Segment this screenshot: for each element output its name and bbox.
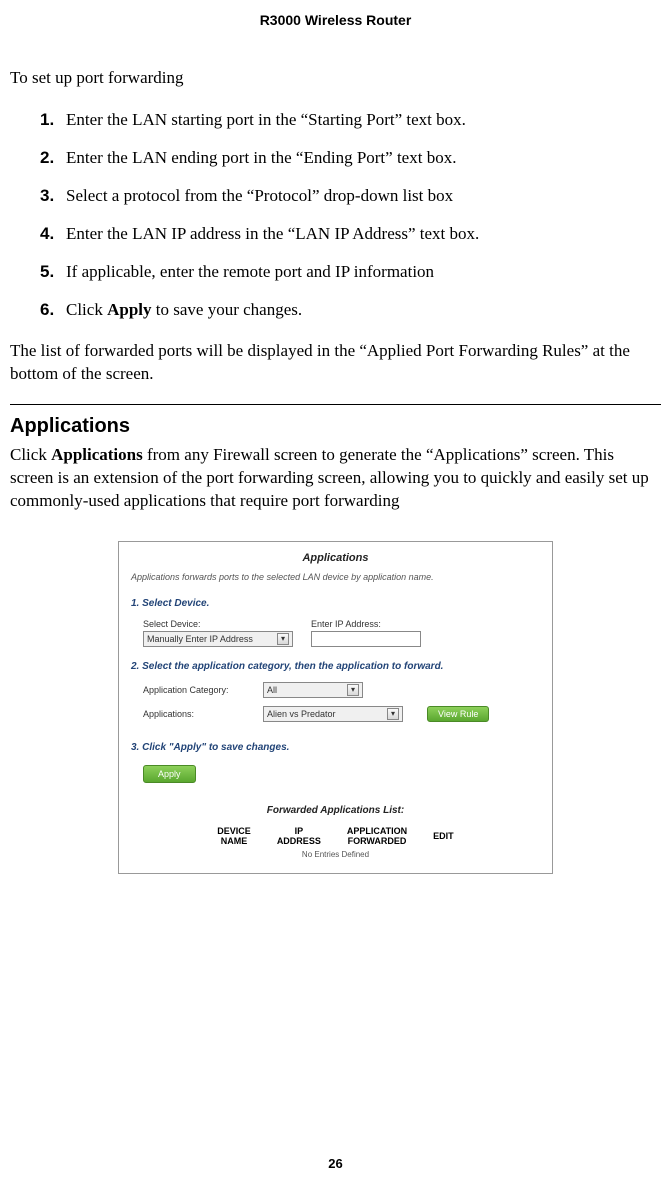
th-line2: FORWARDED bbox=[348, 836, 407, 846]
th-line1: DEVICE bbox=[217, 826, 251, 836]
select-device-label: Select Device: bbox=[143, 619, 293, 629]
app-category-row: Application Category: All ▾ bbox=[143, 682, 528, 698]
applications-panel: Applications Applications forwards ports… bbox=[118, 541, 553, 875]
enter-ip-label: Enter IP Address: bbox=[311, 619, 421, 629]
app-category-label: Application Category: bbox=[143, 685, 253, 695]
step-text: Enter the LAN ending port in the “Ending… bbox=[66, 148, 661, 168]
select-device-col: Select Device: Manually Enter IP Address… bbox=[143, 619, 293, 647]
th-ip-address: IP ADDRESS bbox=[277, 826, 321, 847]
panel-row-application: Application Category: All ▾ Applications… bbox=[119, 682, 552, 736]
enter-ip-col: Enter IP Address: bbox=[311, 619, 421, 647]
step-text: Click Apply to save your changes. bbox=[66, 300, 661, 320]
panel-step2-label: 2. Select the application category, then… bbox=[119, 655, 552, 682]
select-device-value: Manually Enter IP Address bbox=[147, 634, 253, 644]
chevron-down-icon: ▾ bbox=[277, 633, 289, 645]
step-text: Enter the LAN IP address in the “LAN IP … bbox=[66, 224, 661, 244]
sec-bold: Applications bbox=[51, 445, 143, 464]
section-paragraph: Click Applications from any Firewall scr… bbox=[10, 444, 661, 513]
step-bold: Apply bbox=[107, 300, 151, 319]
app-category-value: All bbox=[267, 685, 277, 695]
intro-text: To set up port forwarding bbox=[10, 68, 661, 88]
step-number: 3. bbox=[40, 186, 66, 206]
applications-label: Applications: bbox=[143, 709, 253, 719]
panel-row-device: Select Device: Manually Enter IP Address… bbox=[119, 619, 552, 655]
section-heading: Applications bbox=[10, 415, 661, 438]
th-application-forwarded: APPLICATION FORWARDED bbox=[347, 826, 407, 847]
view-rule-button[interactable]: View Rule bbox=[427, 706, 489, 722]
after-steps-paragraph: The list of forwarded ports will be disp… bbox=[10, 340, 661, 386]
sec-pre: Click bbox=[10, 445, 51, 464]
applications-value: Alien vs Predator bbox=[267, 709, 336, 719]
panel-description: Applications forwards ports to the selec… bbox=[119, 572, 552, 592]
step-item: 2. Enter the LAN ending port in the “End… bbox=[40, 148, 661, 168]
th-edit: EDIT bbox=[433, 831, 454, 841]
step-text: Select a protocol from the “Protocol” dr… bbox=[66, 186, 661, 206]
select-device-dropdown[interactable]: Manually Enter IP Address ▾ bbox=[143, 631, 293, 647]
step-number: 6. bbox=[40, 300, 66, 320]
panel-step3-label: 3. Click "Apply" to save changes. bbox=[119, 736, 552, 763]
step-item: 4. Enter the LAN IP address in the “LAN … bbox=[40, 224, 661, 244]
step-item: 6. Click Apply to save your changes. bbox=[40, 300, 661, 320]
panel-title: Applications bbox=[119, 542, 552, 572]
th-device-name: DEVICE NAME bbox=[217, 826, 251, 847]
applications-dropdown[interactable]: Alien vs Predator ▾ bbox=[263, 706, 403, 722]
panel-step1-label: 1. Select Device. bbox=[119, 592, 552, 619]
step-number: 1. bbox=[40, 110, 66, 130]
step-text: If applicable, enter the remote port and… bbox=[66, 262, 661, 282]
enter-ip-input[interactable] bbox=[311, 631, 421, 647]
chevron-down-icon: ▾ bbox=[387, 708, 399, 720]
app-category-dropdown[interactable]: All ▾ bbox=[263, 682, 363, 698]
step-item: 3. Select a protocol from the “Protocol”… bbox=[40, 186, 661, 206]
forwarded-table-header: DEVICE NAME IP ADDRESS APPLICATION FORWA… bbox=[119, 826, 552, 847]
forwarded-list-title: Forwarded Applications List: bbox=[119, 787, 552, 826]
step-number: 2. bbox=[40, 148, 66, 168]
step-number: 5. bbox=[40, 262, 66, 282]
no-entries-text: No Entries Defined bbox=[119, 846, 552, 859]
page-header: R3000 Wireless Router bbox=[10, 12, 661, 28]
chevron-down-icon: ▾ bbox=[347, 684, 359, 696]
th-line1: APPLICATION bbox=[347, 826, 407, 836]
th-line2: NAME bbox=[221, 836, 248, 846]
th-line1: IP bbox=[295, 826, 304, 836]
applications-row: Applications: Alien vs Predator ▾ View R… bbox=[143, 706, 528, 722]
step-text: Enter the LAN starting port in the “Star… bbox=[66, 110, 661, 130]
th-line2: ADDRESS bbox=[277, 836, 321, 846]
step-item: 5. If applicable, enter the remote port … bbox=[40, 262, 661, 282]
steps-list: 1. Enter the LAN starting port in the “S… bbox=[10, 110, 661, 320]
section-divider bbox=[10, 404, 661, 405]
step-item: 1. Enter the LAN starting port in the “S… bbox=[40, 110, 661, 130]
step-number: 4. bbox=[40, 224, 66, 244]
apply-button[interactable]: Apply bbox=[143, 765, 196, 783]
step-post: to save your changes. bbox=[152, 300, 303, 319]
step-pre: Click bbox=[66, 300, 107, 319]
page-number: 26 bbox=[0, 1156, 671, 1171]
